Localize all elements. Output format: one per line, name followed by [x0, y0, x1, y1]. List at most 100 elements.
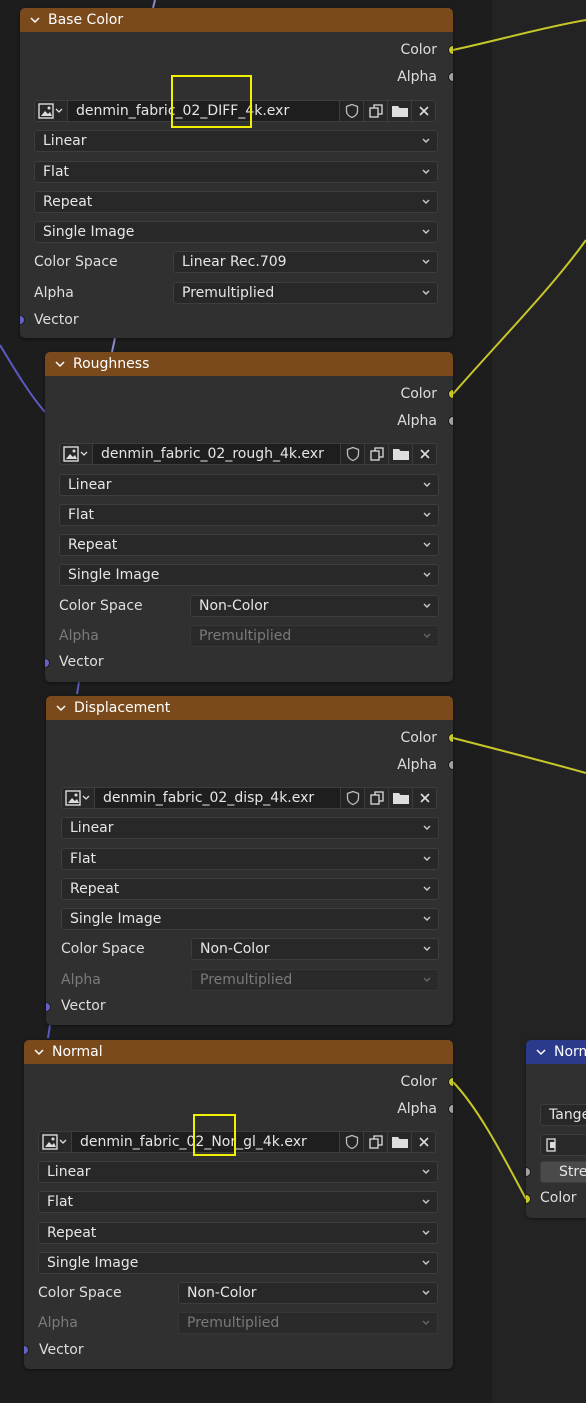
collapse-chevron-icon[interactable]: [52, 699, 70, 717]
alpha-mode-label: Alpha: [34, 285, 74, 301]
image-browse-button[interactable]: [34, 100, 68, 122]
image-texture-node-roughness[interactable]: Roughness Color Alpha denmin_fabric_02_r…: [45, 352, 453, 682]
space-dropdown[interactable]: Tange: [540, 1104, 586, 1126]
color-space-dropdown[interactable]: Linear Rec.709: [173, 251, 438, 273]
fake-user-shield-icon[interactable]: [341, 787, 365, 809]
output-alpha-socket[interactable]: [448, 72, 453, 82]
extension-dropdown[interactable]: Repeat: [34, 191, 438, 213]
input-color-socket[interactable]: [526, 1194, 531, 1204]
highlight-box: [171, 75, 252, 128]
image-selector[interactable]: denmin_fabric_02_rough_4k.exr: [59, 443, 439, 465]
duplicate-icon[interactable]: [365, 443, 389, 465]
interpolation-dropdown[interactable]: Linear: [34, 130, 438, 152]
image-texture-node-displacement[interactable]: Displacement Color Alpha denmin_fabric_0…: [46, 696, 453, 1025]
output-alpha-socket[interactable]: [448, 760, 453, 770]
output-alpha-socket[interactable]: [448, 1104, 453, 1114]
extension-dropdown[interactable]: Repeat: [38, 1222, 438, 1244]
chevron-down-icon: [422, 138, 430, 143]
input-strength-socket[interactable]: [526, 1167, 531, 1177]
color-space-dropdown[interactable]: Non-Color: [191, 938, 439, 960]
input-vector-socket[interactable]: [46, 1002, 51, 1012]
fake-user-shield-icon[interactable]: [341, 443, 365, 465]
output-color-socket[interactable]: [448, 1077, 453, 1087]
duplicate-icon[interactable]: [364, 100, 388, 122]
output-color-socket[interactable]: [448, 733, 453, 743]
folder-open-icon[interactable]: [388, 100, 412, 122]
chevron-down-icon: [423, 633, 431, 638]
projection-dropdown[interactable]: Flat: [38, 1191, 438, 1213]
source-dropdown[interactable]: Single Image: [61, 908, 439, 930]
extension-dropdown[interactable]: Repeat: [59, 534, 439, 556]
image-texture-node-base-color[interactable]: Base Color Color Alpha denmin_fabric_02_…: [20, 8, 453, 338]
input-vector-socket[interactable]: [24, 1345, 29, 1355]
alpha-mode-dropdown: Premultiplied: [178, 1312, 438, 1334]
image-texture-node-normal[interactable]: Normal Color Alpha denmin_fabric_02_Nor_…: [24, 1040, 453, 1369]
chevron-down-icon: [422, 1230, 430, 1235]
image-filename-field[interactable]: denmin_fabric_02_rough_4k.exr: [93, 443, 341, 465]
input-vector-socket[interactable]: [20, 315, 25, 325]
output-color-socket[interactable]: [448, 389, 453, 399]
output-color-label: Color: [400, 42, 437, 58]
collapse-chevron-icon[interactable]: [51, 355, 69, 373]
color-space-label: Color Space: [38, 1285, 122, 1301]
node-header[interactable]: Normal: [24, 1040, 453, 1064]
image-selector[interactable]: denmin_fabric_02_Nor_gl_4k.exr: [38, 1131, 438, 1153]
folder-open-icon[interactable]: [388, 1131, 412, 1153]
image-browse-button[interactable]: [38, 1131, 72, 1153]
node-header[interactable]: Norm: [526, 1040, 586, 1064]
source-dropdown[interactable]: Single Image: [59, 564, 439, 586]
interpolation-dropdown[interactable]: Linear: [61, 817, 439, 839]
image-filename-field[interactable]: denmin_fabric_02_disp_4k.exr: [95, 787, 341, 809]
duplicate-icon[interactable]: [365, 787, 389, 809]
close-icon[interactable]: [412, 100, 436, 122]
link-vector-c: [76, 681, 80, 695]
node-header[interactable]: Base Color: [20, 8, 453, 32]
chevron-down-icon: [422, 290, 430, 295]
output-color-label: Color: [400, 1074, 437, 1090]
color-space-dropdown[interactable]: Non-Color: [190, 595, 439, 617]
folder-open-icon[interactable]: [389, 787, 413, 809]
interpolation-dropdown[interactable]: Linear: [59, 474, 439, 496]
color-space-dropdown[interactable]: Non-Color: [178, 1282, 438, 1304]
chevron-down-icon: [423, 946, 431, 951]
input-vector-label: Vector: [34, 312, 79, 328]
uv-map-selector[interactable]: [540, 1134, 586, 1156]
strength-field[interactable]: Stre: [540, 1161, 586, 1183]
collapse-chevron-icon[interactable]: [26, 11, 44, 29]
image-browse-button[interactable]: [61, 787, 95, 809]
node-header[interactable]: Roughness: [45, 352, 453, 376]
duplicate-icon[interactable]: [364, 1131, 388, 1153]
image-selector[interactable]: denmin_fabric_02_disp_4k.exr: [61, 787, 439, 809]
image-icon: [38, 103, 63, 119]
link-vector-b: [111, 337, 116, 353]
image-browse-button[interactable]: [59, 443, 93, 465]
close-icon[interactable]: [412, 1131, 436, 1153]
input-vector-socket[interactable]: [45, 658, 50, 668]
chevron-down-icon: [422, 169, 430, 174]
chevron-down-icon: [422, 1260, 430, 1265]
fake-user-shield-icon[interactable]: [340, 1131, 364, 1153]
source-dropdown[interactable]: Single Image: [34, 221, 438, 243]
chevron-down-icon: [423, 856, 431, 861]
node-header[interactable]: Displacement: [46, 696, 453, 720]
extension-dropdown[interactable]: Repeat: [61, 878, 439, 900]
source-dropdown[interactable]: Single Image: [38, 1252, 438, 1274]
chevron-down-icon: [423, 886, 431, 891]
close-icon[interactable]: [413, 787, 437, 809]
projection-dropdown[interactable]: Flat: [59, 504, 439, 526]
output-alpha-socket[interactable]: [448, 416, 453, 426]
output-color-socket[interactable]: [448, 45, 453, 55]
interpolation-dropdown[interactable]: Linear: [38, 1161, 438, 1183]
collapse-chevron-icon[interactable]: [532, 1043, 550, 1061]
output-alpha-label: Alpha: [397, 413, 437, 429]
folder-open-icon[interactable]: [389, 443, 413, 465]
close-icon[interactable]: [413, 443, 437, 465]
collapse-chevron-icon[interactable]: [30, 1043, 48, 1061]
projection-dropdown[interactable]: Flat: [34, 161, 438, 183]
fake-user-shield-icon[interactable]: [340, 100, 364, 122]
normal-map-node[interactable]: Norm Tange Stre Color: [526, 1040, 586, 1218]
projection-dropdown[interactable]: Flat: [61, 848, 439, 870]
alpha-mode-dropdown[interactable]: Premultiplied: [173, 282, 438, 304]
input-vector-label: Vector: [39, 1342, 84, 1358]
chevron-down-icon: [423, 572, 431, 577]
